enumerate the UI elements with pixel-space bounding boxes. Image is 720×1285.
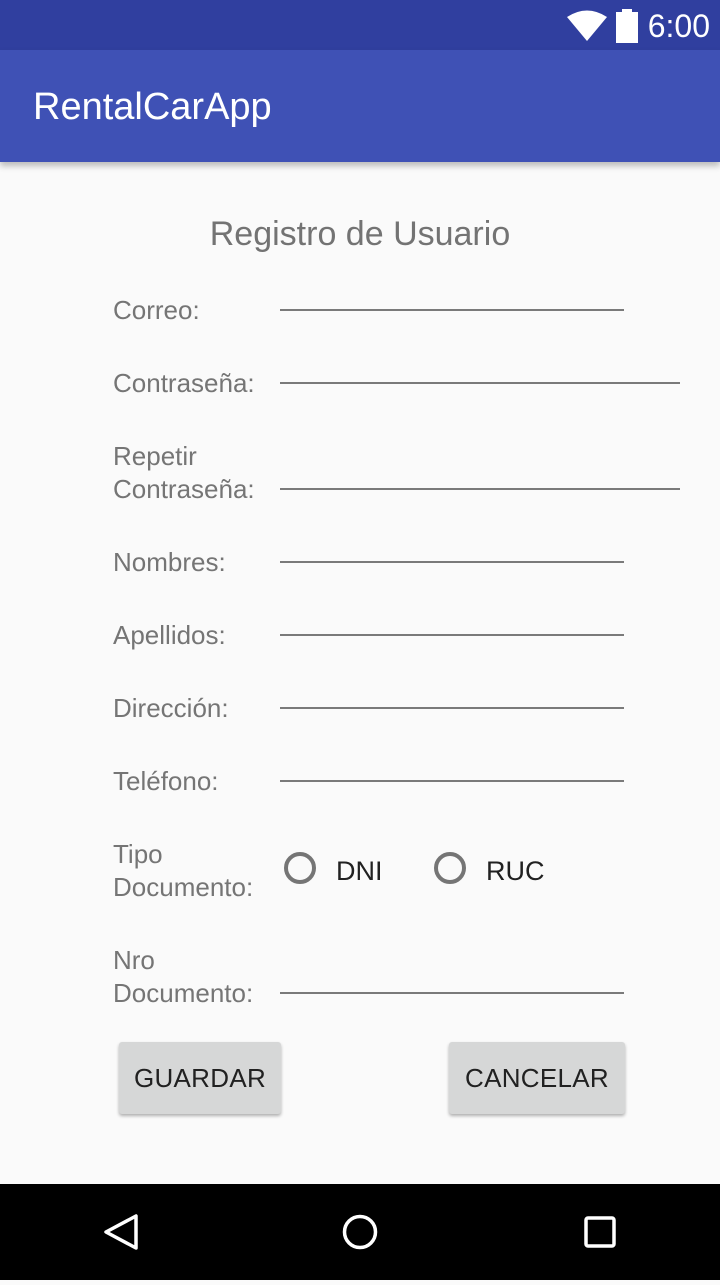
recents-button[interactable] — [560, 1184, 640, 1280]
form-title: Registro de Usuario — [209, 215, 511, 253]
phone-field[interactable] — [280, 780, 624, 782]
phone-label: Teléfono: — [113, 766, 219, 796]
repeat-password-label-line1: Repetir — [113, 441, 197, 471]
last-names-field[interactable] — [280, 634, 624, 636]
document-number-label-line2: Documento: — [113, 978, 254, 1008]
repeat-password-label-line2: Contraseña: — [113, 474, 255, 504]
document-number-label-line1: Nro — [113, 945, 155, 975]
wifi-icon — [567, 10, 607, 41]
email-field[interactable] — [280, 309, 624, 311]
document-number-field[interactable] — [280, 992, 624, 994]
address-label: Dirección: — [113, 693, 229, 723]
first-names-field[interactable] — [280, 561, 624, 563]
save-button[interactable]: GUARDAR — [119, 1042, 281, 1114]
dni-radio[interactable] — [284, 852, 316, 884]
first-names-label: Nombres: — [113, 547, 226, 577]
ruc-radio-label[interactable]: RUC — [486, 856, 545, 887]
ruc-radio[interactable] — [434, 852, 466, 884]
document-type-label-line2: Documento: — [113, 872, 254, 902]
repeat-password-field[interactable] — [280, 488, 680, 490]
recents-icon — [584, 1216, 616, 1248]
document-type-label: Tipo Documento: — [113, 838, 253, 904]
app-bar: RentalCarApp — [0, 50, 720, 162]
app-title: RentalCarApp — [33, 86, 272, 128]
document-type-label-line1: Tipo — [113, 839, 163, 869]
home-button[interactable] — [320, 1184, 400, 1280]
battery-icon — [616, 9, 638, 43]
password-field[interactable] — [280, 382, 680, 384]
repeat-password-label: Repetir Contraseña: — [113, 440, 255, 506]
status-time: 6:00 — [647, 8, 710, 44]
navigation-bar — [0, 1184, 720, 1280]
password-label: Contraseña: — [113, 368, 255, 398]
cancel-button[interactable]: CANCELAR — [449, 1042, 625, 1114]
back-button[interactable] — [80, 1184, 160, 1280]
address-field[interactable] — [280, 707, 624, 709]
status-bar: 6:00 — [0, 0, 720, 50]
email-label: Correo: — [113, 295, 200, 325]
last-names-label: Apellidos: — [113, 620, 226, 650]
dni-radio-label[interactable]: DNI — [336, 856, 383, 887]
home-icon — [342, 1214, 378, 1250]
document-number-label: Nro Documento: — [113, 944, 253, 1010]
back-icon — [104, 1214, 138, 1250]
